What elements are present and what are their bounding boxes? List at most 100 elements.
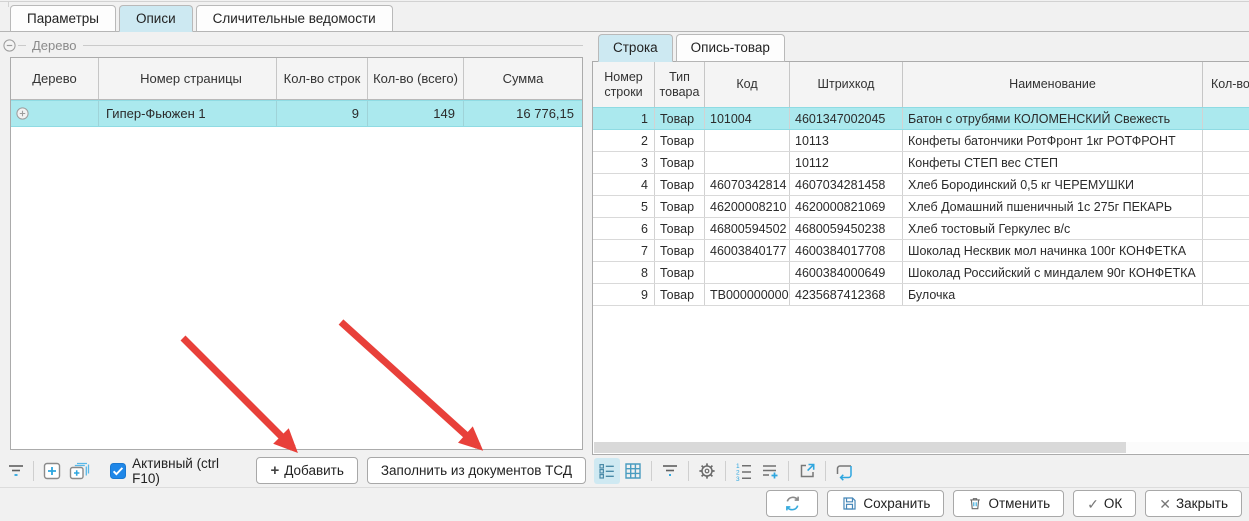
row-name: Хлеб Домашний пшеничный 1с 275г ПЕКАРЬ bbox=[903, 196, 1203, 217]
column-header-summa[interactable]: Сумма bbox=[464, 58, 582, 99]
row-name: Хлеб тостовый Геркулес в/с bbox=[903, 218, 1203, 239]
list-view-icon[interactable] bbox=[594, 458, 620, 484]
table-row[interactable]: 9 Товар ТВ000000000 4235687412368 Булочк… bbox=[593, 284, 1249, 306]
row-name: Шоколад Несквик мол начинка 100г КОНФЕТК… bbox=[903, 240, 1203, 261]
row-qty bbox=[1203, 152, 1249, 173]
toolbar-separator bbox=[688, 461, 689, 481]
table-row[interactable]: 8 Товар 4600384000649 Шоколад Российский… bbox=[593, 262, 1249, 284]
column-header-kol-vo[interactable]: Кол-во bbox=[1203, 62, 1249, 107]
row-barcode: 4607034281458 bbox=[790, 174, 903, 195]
add-row-icon[interactable] bbox=[39, 458, 64, 484]
add-multiple-icon[interactable] bbox=[65, 458, 94, 484]
row-barcode: 10112 bbox=[790, 152, 903, 173]
tab-parametry[interactable]: Параметры bbox=[10, 5, 116, 32]
footer-divider bbox=[0, 487, 1249, 488]
row-qty bbox=[1203, 284, 1249, 305]
grid-view-icon[interactable] bbox=[620, 458, 646, 484]
tree-cell bbox=[11, 101, 99, 126]
column-header-naimenovanie[interactable]: Наименование bbox=[903, 62, 1203, 107]
checkbox-checked-icon[interactable] bbox=[110, 463, 126, 479]
row-num: 4 bbox=[593, 174, 655, 195]
toolbar-separator bbox=[788, 461, 789, 481]
fill-from-tsd-button[interactable]: Заполнить из документов ТСД bbox=[367, 457, 586, 484]
items-table: Номер строки Тип товара Код Штрихкод Наи… bbox=[592, 61, 1249, 455]
right-tabbar: Строка Опись-товар bbox=[598, 34, 785, 62]
refresh-button[interactable] bbox=[766, 490, 818, 517]
row-barcode: 4620000821069 bbox=[790, 196, 903, 217]
ok-button[interactable]: ✓ ОК bbox=[1073, 490, 1136, 517]
row-qty bbox=[1203, 130, 1249, 151]
total-count-cell: 149 bbox=[368, 101, 464, 126]
group-label: Дерево bbox=[32, 38, 76, 53]
row-num: 7 bbox=[593, 240, 655, 261]
reload-loop-icon[interactable] bbox=[831, 458, 857, 484]
cancel-button[interactable]: Отменить bbox=[953, 490, 1064, 517]
tree-table-row[interactable]: Гипер-Фьюжен 1 9 149 16 776,15 bbox=[11, 100, 582, 127]
close-button[interactable]: ✕ Закрыть bbox=[1145, 490, 1242, 517]
active-checkbox-group[interactable]: Активный (ctrl F10) bbox=[110, 456, 247, 486]
plus-icon: + bbox=[270, 463, 279, 478]
row-num: 9 bbox=[593, 284, 655, 305]
tab-opisi[interactable]: Описи bbox=[119, 5, 193, 32]
row-name: Шоколад Российский с миндалем 90г КОНФЕТ… bbox=[903, 262, 1203, 283]
table-row[interactable]: 1 Товар 101004 4601347002045 Батон с отр… bbox=[593, 107, 1249, 130]
row-barcode: 4680059450238 bbox=[790, 218, 903, 239]
column-header-nomer-stroki[interactable]: Номер строки bbox=[593, 62, 655, 107]
column-header-kol-vo-vsego[interactable]: Кол-во (всего) bbox=[368, 58, 464, 99]
open-external-icon[interactable] bbox=[794, 458, 820, 484]
tree-table: Дерево Номер страницы Кол-во строк Кол-в… bbox=[10, 57, 583, 450]
row-num: 1 bbox=[593, 108, 655, 129]
expand-icon[interactable] bbox=[16, 107, 29, 120]
toolbar-separator bbox=[651, 461, 652, 481]
save-button[interactable]: Сохранить bbox=[827, 490, 944, 517]
collapse-icon[interactable] bbox=[3, 39, 16, 52]
table-row[interactable]: 4 Товар 46070342814 4607034281458 Хлеб Б… bbox=[593, 174, 1249, 196]
group-line bbox=[18, 45, 26, 46]
filter-icon[interactable] bbox=[3, 458, 28, 484]
active-checkbox-label: Активный (ctrl F10) bbox=[132, 456, 247, 486]
numbered-list-icon[interactable]: 123 bbox=[731, 458, 757, 484]
row-num: 2 bbox=[593, 130, 655, 151]
column-header-tip-tovara[interactable]: Тип товара bbox=[655, 62, 705, 107]
row-qty bbox=[1203, 240, 1249, 261]
filter-icon[interactable] bbox=[657, 458, 683, 484]
row-num: 8 bbox=[593, 262, 655, 283]
add-button[interactable]: + Добавить bbox=[256, 457, 357, 484]
scrollbar-thumb[interactable] bbox=[594, 442, 1126, 453]
row-name: Булочка bbox=[903, 284, 1203, 305]
refresh-icon bbox=[783, 494, 802, 513]
save-icon bbox=[841, 495, 858, 512]
tab-stroka[interactable]: Строка bbox=[598, 34, 673, 62]
column-header-kol-vo-strok[interactable]: Кол-во строк bbox=[277, 58, 368, 99]
toolbar-separator bbox=[825, 461, 826, 481]
row-code: ТВ000000000 bbox=[705, 284, 790, 305]
check-icon: ✓ bbox=[1087, 497, 1099, 511]
column-header-derevo[interactable]: Дерево bbox=[11, 58, 99, 99]
table-row[interactable]: 6 Товар 46800594502 4680059450238 Хлеб т… bbox=[593, 218, 1249, 240]
row-code: 46200008210 bbox=[705, 196, 790, 217]
row-barcode: 10113 bbox=[790, 130, 903, 151]
tab-slichitelnye-vedomosti[interactable]: Сличительные ведомости bbox=[196, 5, 393, 32]
column-header-shtrihkod[interactable]: Штрихкод bbox=[790, 62, 903, 107]
top-divider bbox=[0, 1, 1249, 2]
row-code bbox=[705, 130, 790, 151]
horizontal-scrollbar[interactable] bbox=[594, 442, 1249, 453]
gear-icon[interactable] bbox=[694, 458, 720, 484]
tab-opis-tovar[interactable]: Опись-товар bbox=[676, 34, 785, 62]
column-header-nomer-stranitsy[interactable]: Номер страницы bbox=[99, 58, 277, 99]
top-tick bbox=[8, 1, 9, 7]
row-type: Товар bbox=[655, 152, 705, 173]
row-type: Товар bbox=[655, 218, 705, 239]
table-row[interactable]: 7 Товар 46003840177 4600384017708 Шокола… bbox=[593, 240, 1249, 262]
row-type: Товар bbox=[655, 240, 705, 261]
footer-buttons: Сохранить Отменить ✓ ОК ✕ Закрыть bbox=[766, 490, 1242, 517]
row-name: Конфеты батончики РотФронт 1кг РОТФРОНТ bbox=[903, 130, 1203, 151]
group-line bbox=[83, 45, 583, 46]
table-row[interactable]: 2 Товар 10113 Конфеты батончики РотФронт… bbox=[593, 130, 1249, 152]
add-lines-icon[interactable] bbox=[757, 458, 783, 484]
table-row[interactable]: 5 Товар 46200008210 4620000821069 Хлеб Д… bbox=[593, 196, 1249, 218]
column-header-kod[interactable]: Код bbox=[705, 62, 790, 107]
table-row[interactable]: 3 Товар 10112 Конфеты СТЕП вес СТЕП bbox=[593, 152, 1249, 174]
tree-group-header: Дерево bbox=[3, 38, 583, 53]
row-num: 3 bbox=[593, 152, 655, 173]
